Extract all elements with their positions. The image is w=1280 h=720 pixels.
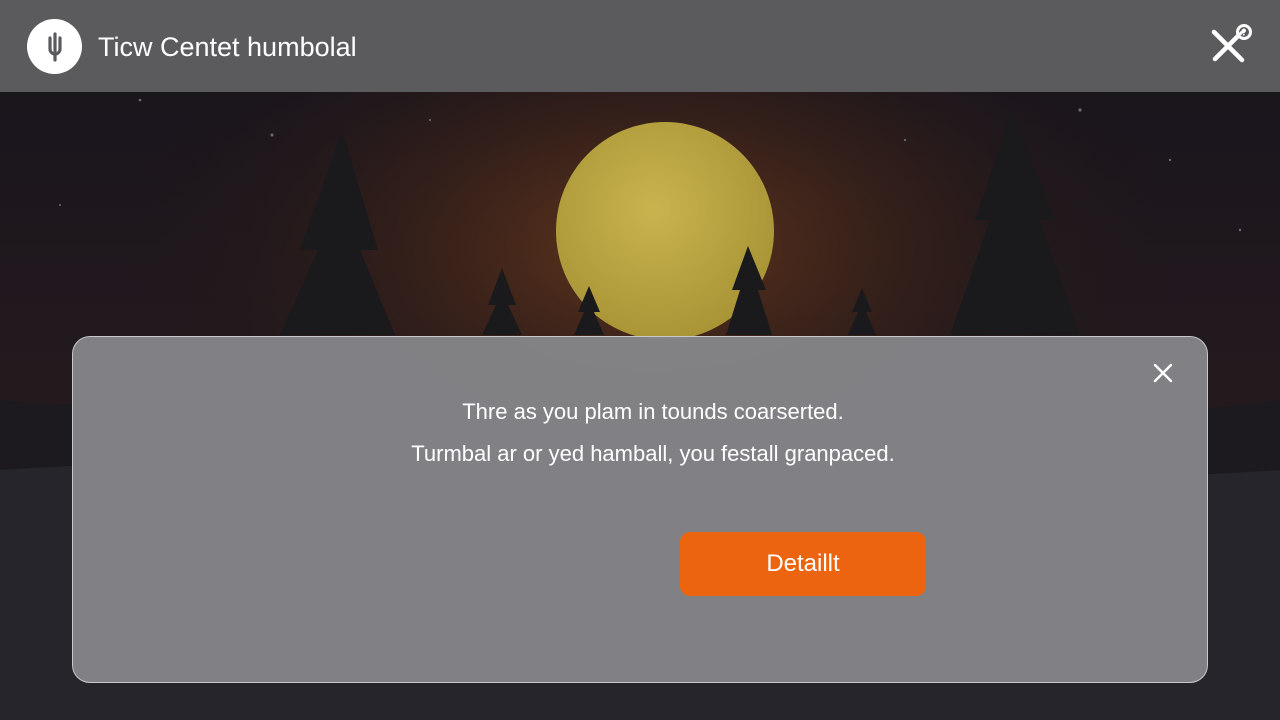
- dialog-message-line-2: Turmbal ar or yed hamball, you festall g…: [411, 441, 895, 466]
- top-bar: Ticw Centet humbolal ?: [0, 0, 1280, 92]
- window-title: Ticw Centet humbolal: [98, 32, 357, 62]
- tools-help-icon[interactable]: ?: [1206, 22, 1256, 70]
- svg-text:?: ?: [1241, 29, 1246, 39]
- dialog-message-line-1: Thre as you plam in tounds coarserted.: [462, 399, 844, 424]
- power-plug-icon[interactable]: [27, 19, 82, 74]
- close-icon[interactable]: [1149, 359, 1177, 387]
- detail-button[interactable]: Detaillt: [680, 532, 926, 596]
- screen: Ticw Centet humbolal ? Thre as you plam …: [0, 0, 1280, 720]
- notification-dialog: Thre as you plam in tounds coarserted. T…: [72, 336, 1208, 683]
